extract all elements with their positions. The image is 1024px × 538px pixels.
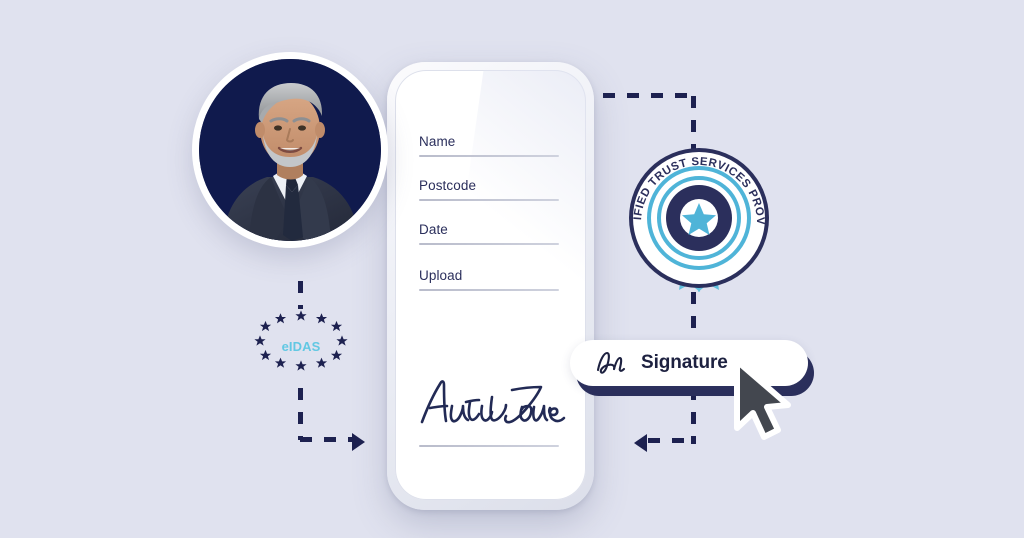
qualified-trust-badge: QUALIFIED TRUST SERVICES PROVIDER [624, 146, 769, 292]
signature-squiggle-icon [596, 351, 626, 374]
connector-badge-to-button-horizontal [648, 438, 694, 443]
handwritten-signature [420, 380, 566, 424]
form-label: Postcode [419, 178, 477, 193]
signature-button-label: Signature [641, 352, 728, 373]
screen-glare [445, 70, 586, 359]
portrait-illustration [199, 59, 381, 241]
signature-underline [419, 445, 559, 447]
form-field-postcode[interactable]: Postcode [419, 178, 559, 201]
form-label: Name [419, 134, 456, 149]
form-label: Upload [419, 268, 463, 283]
connector-eidas-to-phone-horizontal [300, 437, 352, 442]
connector-phone-to-badge-horizontal [603, 93, 695, 98]
connector-arrow-left-icon [634, 434, 647, 452]
eidas-label: eIDAS [281, 339, 321, 354]
connector-eidas-to-phone-vertical [298, 388, 303, 440]
form-input-underline[interactable] [419, 199, 559, 201]
avatar [192, 52, 388, 248]
eidas-emblem: eIDAS [252, 308, 350, 390]
form-input-underline[interactable] [419, 243, 559, 245]
mouse-pointer-icon [734, 358, 791, 440]
avatar-photo [199, 59, 381, 241]
connector-arrow-right-icon [352, 433, 365, 451]
connector-portrait-to-eidas-vertical [298, 281, 303, 309]
form-input-underline[interactable] [419, 155, 559, 157]
form-input-underline[interactable] [419, 289, 559, 291]
form-field-date[interactable]: Date [419, 222, 559, 245]
form-field-name[interactable]: Name [419, 134, 559, 157]
form-label: Date [419, 222, 448, 237]
form-field-upload[interactable]: Upload [419, 268, 559, 291]
illustration-canvas: Name Postcode Date Upload eIDAS IFIED TR… [0, 0, 1024, 538]
